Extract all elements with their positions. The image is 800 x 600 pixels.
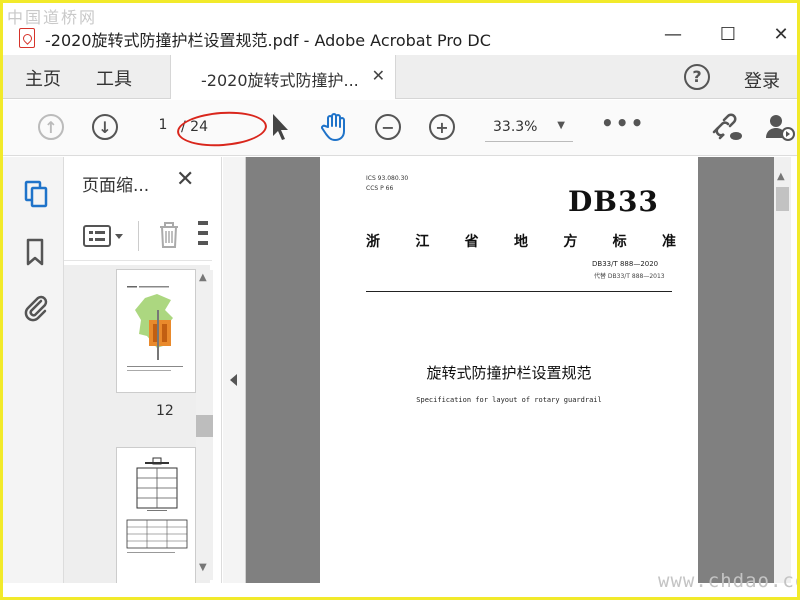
zoom-value: 33.3%	[493, 119, 538, 135]
header-rule	[366, 291, 672, 292]
standard-code: DB33/T 888—2020	[592, 260, 659, 268]
left-rail	[3, 157, 64, 583]
thumbnails-panel: 页面缩... ✕ 12 ▲ ▼	[64, 157, 222, 583]
bookmark-icon[interactable]	[23, 237, 49, 267]
close-window-button[interactable]: ✕	[761, 19, 800, 49]
menu-tab-bar: 主页 工具 -2020旋转式防撞护... ✕ ? 登录	[3, 55, 797, 99]
page-insert-icon[interactable]	[196, 219, 210, 251]
zoom-in-icon[interactable]: +	[429, 114, 455, 140]
red-annotation-ellipse	[175, 108, 269, 150]
page-thumbnails-icon[interactable]	[23, 179, 49, 209]
zoom-out-icon[interactable]: −	[375, 114, 401, 140]
title-bar: 中国道桥网 -2020旋转式防撞护栏设置规范.pdf - Adobe Acrob…	[3, 3, 797, 55]
user-account-icon[interactable]	[765, 112, 795, 142]
help-icon[interactable]: ?	[684, 64, 710, 90]
ics-code: ICS 93.080.30	[366, 175, 409, 182]
prev-page-icon[interactable]: ↑	[38, 114, 64, 140]
thumbnail-page-12[interactable]	[116, 269, 196, 393]
chevron-down-icon: ▼	[557, 120, 565, 131]
panel-collapse-bar[interactable]	[223, 157, 246, 583]
zoom-select[interactable]: 33.3% ▼	[485, 114, 573, 142]
chevron-left-icon[interactable]	[230, 374, 237, 386]
tab-close-icon[interactable]: ✕	[372, 66, 385, 85]
thumbnails-title: 页面缩...	[82, 176, 150, 196]
maximize-button[interactable]: ☐	[708, 19, 748, 49]
thumbnail-options-icon[interactable]	[82, 223, 128, 249]
document-tab[interactable]: -2020旋转式防撞护... ✕	[170, 55, 396, 99]
hand-tool-icon[interactable]	[319, 111, 351, 143]
share-link-icon[interactable]	[710, 112, 742, 142]
thumbnail-page-13[interactable]	[116, 447, 196, 583]
document-title-cn: 旋转式防撞护栏设置规范	[426, 364, 592, 382]
page-number-input[interactable]: 1	[153, 117, 173, 133]
pdf-page: ICS 93.080.30 CCS P 66 DB33 浙 江 省 地 方 标 …	[320, 157, 698, 583]
thumbnail-scrollbar[interactable]: ▲ ▼	[196, 270, 213, 580]
select-cursor-icon[interactable]	[269, 112, 291, 142]
home-tab[interactable]: 主页	[25, 65, 61, 91]
next-page-icon[interactable]: ↓	[92, 114, 118, 140]
delete-page-icon[interactable]	[156, 219, 182, 251]
document-tab-label: -2020旋转式防撞护...	[201, 71, 359, 90]
thumbnail-page-number: 12	[156, 403, 174, 419]
scrollbar-thumb[interactable]	[196, 415, 213, 437]
document-viewport[interactable]: ICS 93.080.30 CCS P 66 DB33 浙 江 省 地 方 标 …	[246, 157, 774, 583]
close-panel-icon[interactable]: ✕	[176, 167, 194, 192]
document-title-en: Specification for layout of rotary guard…	[416, 396, 602, 404]
scroll-up-icon[interactable]: ▲	[199, 272, 207, 283]
standard-mark: DB33	[568, 185, 659, 218]
toolbar-divider	[138, 221, 139, 251]
watermark-bottom: www.chdao.com	[658, 570, 800, 592]
pdf-icon	[19, 28, 35, 48]
replaces-code: 代替 DB33/T 888—2013	[594, 273, 665, 280]
ccs-code: CCS P 66	[366, 185, 394, 192]
attachment-icon[interactable]	[23, 291, 49, 323]
scroll-down-icon[interactable]: ▼	[199, 562, 207, 573]
scrollbar-thumb[interactable]	[776, 187, 789, 211]
watermark-top: 中国道桥网	[7, 8, 98, 27]
province-standard: 浙 江 省 地 方 标 准	[366, 234, 676, 250]
window-title: -2020旋转式防撞护栏设置规范.pdf - Adobe Acrobat Pro…	[45, 31, 491, 50]
scroll-up-icon[interactable]: ▲	[777, 171, 785, 182]
main-toolbar: ↑ ↓ 1 / 24 − + 33.3% ▼ •••	[3, 100, 797, 156]
thumbnails-toolbar	[64, 209, 212, 261]
document-scrollbar[interactable]: ▲	[774, 157, 791, 583]
minimize-button[interactable]: —	[653, 19, 693, 49]
tools-tab[interactable]: 工具	[96, 65, 132, 91]
thumbnails-list: 12	[64, 265, 210, 583]
login-button[interactable]: 登录	[744, 67, 780, 93]
more-tools-icon[interactable]: •••	[601, 111, 645, 135]
